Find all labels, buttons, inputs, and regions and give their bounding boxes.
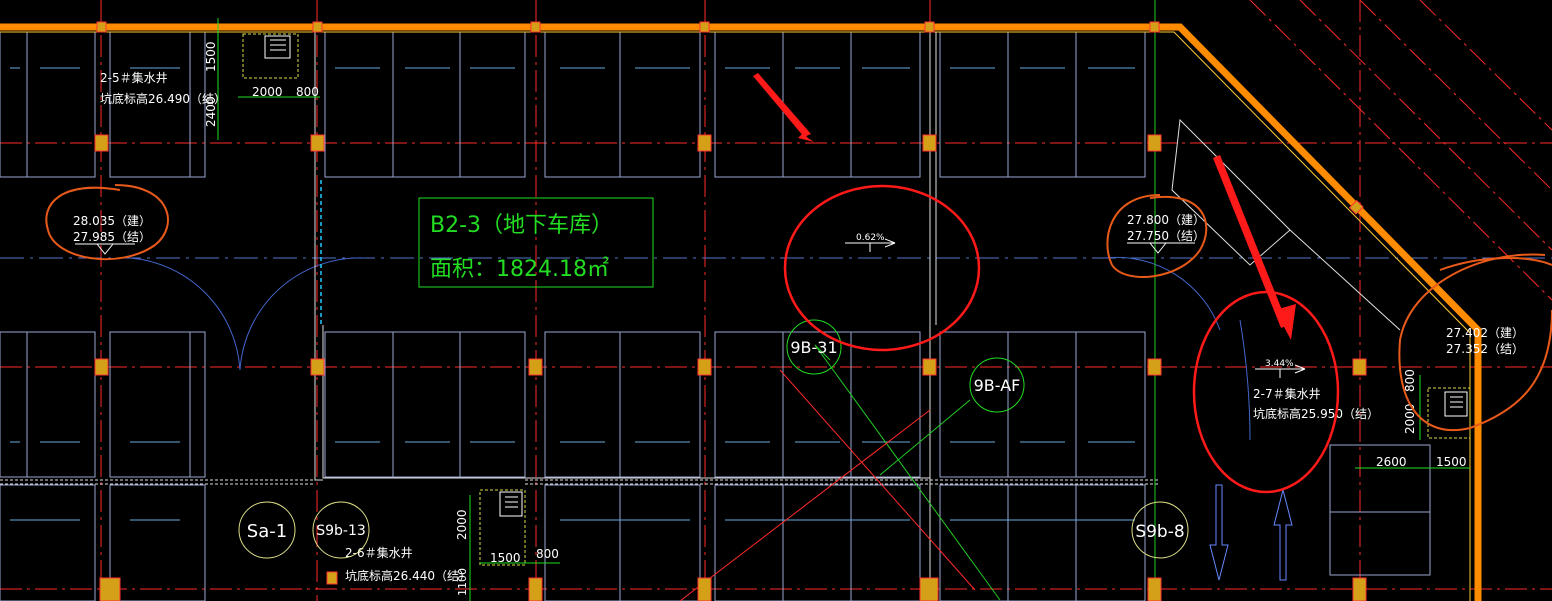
axis-tag-sa-1-label: Sa-1 bbox=[247, 521, 287, 542]
slope-1-value: 0.62% bbox=[856, 233, 885, 243]
axis-tag-9b-31: 9B-31 bbox=[786, 319, 842, 375]
sump-2-6-dim-b: 800 bbox=[536, 547, 559, 561]
axis-tag-s9b-8: S9b-8 bbox=[1131, 501, 1189, 559]
sump-2-6-vdim-a: 2000 bbox=[455, 509, 469, 540]
structural-columns bbox=[94, 21, 1367, 601]
elevation-2-arch: 27.800（建） bbox=[1127, 213, 1205, 227]
sump-2-7-dim-b: 1500 bbox=[1436, 455, 1467, 469]
axis-tag-9b-af-label: 9B-AF bbox=[974, 376, 1021, 395]
sump-2-7-level: 坑底标高25.950（结） bbox=[1253, 406, 1379, 421]
cad-drawing-canvas[interactable]: B2-3（地下车库） 面积：1824.18㎡ 2-5＃集水井 坑底标高26.49… bbox=[0, 0, 1552, 601]
sump-2-7-name: 2-7＃集水井 bbox=[1253, 386, 1321, 401]
room-area: 面积：1824.18㎡ bbox=[430, 256, 609, 282]
elevation-2-struct: 27.750（结） bbox=[1127, 229, 1205, 243]
axis-tag-9b-af: 9B-AF bbox=[969, 357, 1025, 413]
sump-2-5-vdim-b: 2400 bbox=[204, 96, 218, 127]
axis-tag-9b-31-label: 9B-31 bbox=[790, 338, 837, 357]
sump-2-6-dim-a: 1500 bbox=[490, 551, 521, 565]
markup-circles-red bbox=[783, 184, 1340, 494]
axis-tag-s9b-8-label: S9b-8 bbox=[1135, 522, 1184, 542]
sump-2-7-vdim-a: 800 bbox=[1403, 369, 1417, 392]
elevation-3-arch: 27.402（建） bbox=[1446, 326, 1524, 340]
sump-2-5-dim-b: 800 bbox=[296, 85, 319, 99]
traffic-arrows bbox=[1209, 484, 1293, 581]
axis-tag-sa-1: Sa-1 bbox=[238, 501, 296, 559]
sump-2-6-name: 2-6＃集水井 bbox=[345, 545, 413, 560]
turning-arcs bbox=[129, 256, 1251, 441]
markup-circles-orange bbox=[45, 184, 1552, 431]
sump-2-5-name: 2-5＃集水井 bbox=[100, 70, 168, 85]
elevation-1-struct: 27.985（结） bbox=[73, 230, 151, 244]
markup-arrows-red bbox=[753, 73, 1296, 340]
elevation-2-marker bbox=[1127, 242, 1195, 254]
sump-2-7-dim-a: 2600 bbox=[1376, 455, 1407, 469]
elevation-1-arch: 28.035（建） bbox=[73, 214, 151, 228]
sump-2-5-dim-a: 2000 bbox=[252, 85, 283, 99]
sump-2-7-vdim-b: 2000 bbox=[1403, 403, 1417, 434]
sump-2-6-level: 坑底标高26.440（结） bbox=[345, 568, 471, 583]
axis-tag-s9b-13: S9b-13 bbox=[312, 501, 370, 559]
room-name: B2-3（地下车库） bbox=[430, 213, 613, 238]
wheel-stops bbox=[10, 67, 1135, 521]
slope-2-value: 3.44% bbox=[1265, 359, 1294, 369]
elevation-1-marker bbox=[75, 243, 135, 255]
axis-tag-s9b-13-label: S9b-13 bbox=[316, 523, 366, 539]
green-lines bbox=[814, 0, 1156, 601]
elevation-3-struct: 27.352（结） bbox=[1446, 342, 1524, 356]
sump-2-5-vdim-a: 1500 bbox=[204, 41, 218, 72]
axis-grid bbox=[0, 0, 1552, 601]
sump-2-6-vdim-b: 1100 bbox=[456, 568, 469, 596]
sump-pit-2-5 bbox=[242, 33, 299, 79]
